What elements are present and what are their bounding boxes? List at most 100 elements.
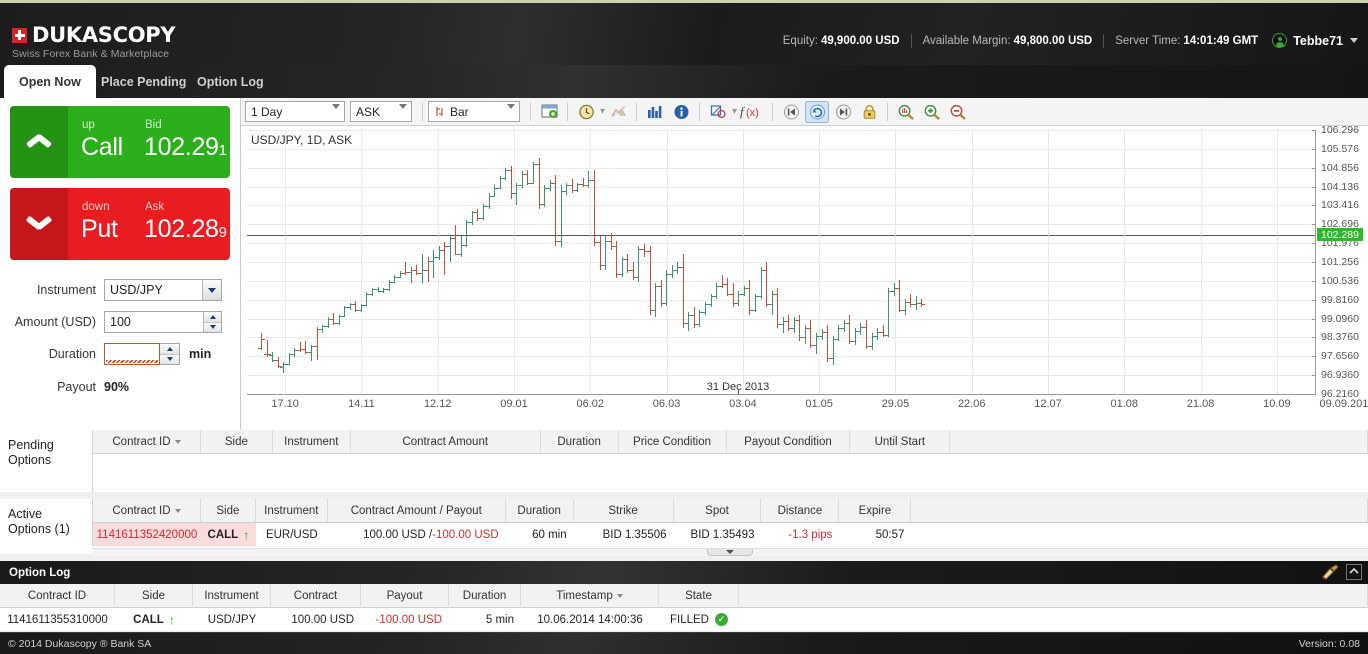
period-select[interactable]: 1 Day xyxy=(245,101,345,123)
stepper-up-icon[interactable] xyxy=(204,312,221,323)
user-menu[interactable]: Tebbe71 xyxy=(1272,33,1358,48)
column-header[interactable]: Instrument xyxy=(273,430,351,454)
column-header[interactable]: Expire xyxy=(839,499,912,523)
column-header[interactable] xyxy=(950,430,1368,454)
column-header[interactable]: Side xyxy=(201,430,273,454)
price-side-select[interactable]: ASK xyxy=(350,101,412,123)
chevron-down-icon[interactable]: ▾ xyxy=(600,106,605,117)
column-header[interactable]: Timestamp xyxy=(521,584,659,608)
column-header[interactable]: Contract ID xyxy=(0,584,115,608)
pending-options-table: Contract ID Side Instrument Contract Amount… xyxy=(92,430,1368,492)
axis-tick xyxy=(1312,280,1316,282)
column-header[interactable]: Payout xyxy=(361,584,449,608)
no-indicator-icon[interactable] xyxy=(606,101,630,123)
chart-type-select[interactable]: Bar xyxy=(428,101,520,123)
table-row[interactable]: 1141611352420000 CALL ↑ EUR/USD 100.00 USD /… xyxy=(93,523,1368,546)
column-header[interactable]: Contract Amount xyxy=(351,430,541,454)
column-header-label: Contract Amount xyxy=(402,436,489,448)
chevron-down-icon[interactable]: ▾ xyxy=(732,106,737,117)
column-header[interactable]: Contract ID xyxy=(93,499,201,523)
panel-splitter[interactable] xyxy=(92,548,1368,556)
column-header[interactable]: Side xyxy=(115,584,193,608)
column-header[interactable]: Contract ID xyxy=(93,430,201,454)
period-value: 1 Day xyxy=(251,104,283,119)
ohlc-bar xyxy=(830,335,837,365)
ohlc-bar xyxy=(524,169,531,186)
new-chart-window-icon[interactable] xyxy=(537,101,561,123)
zoom-out-icon[interactable] xyxy=(946,101,970,123)
y-axis-label: 99.8160 xyxy=(1321,293,1359,306)
instrument-select[interactable]: USD/JPY xyxy=(104,279,222,301)
lock-icon[interactable] xyxy=(857,101,881,123)
column-header[interactable]: Price Condition xyxy=(619,430,727,454)
clear-log-icon[interactable] xyxy=(1320,564,1340,583)
chart-plot-area[interactable]: USD/JPY, 1D, ASK xyxy=(247,130,1315,395)
amount-input[interactable]: 100 xyxy=(104,311,222,333)
table-row[interactable]: 1141611355310000 CALL ↑ USD/JPY 100.00 USD -1… xyxy=(0,608,1368,631)
column-header[interactable]: Payout Condition xyxy=(727,430,851,454)
column-header[interactable] xyxy=(911,499,1368,523)
step-forward-icon[interactable] xyxy=(831,101,855,123)
ohlc-bar xyxy=(297,341,304,352)
refresh-icon[interactable] xyxy=(805,100,830,123)
column-header[interactable]: Spot xyxy=(674,499,762,523)
column-header[interactable] xyxy=(739,584,1368,608)
call-button[interactable]: up Bid Call 102.291 xyxy=(10,106,230,178)
divider xyxy=(422,102,423,121)
ohlc-bar xyxy=(336,314,343,325)
instrument-row: Instrument USD/JPY xyxy=(0,278,240,302)
put-button[interactable]: down Ask Put 102.289 xyxy=(10,188,230,260)
column-header[interactable]: Until Start xyxy=(850,430,951,454)
divider xyxy=(910,33,912,48)
duration-stepper[interactable] xyxy=(160,343,180,365)
ohlc-bar xyxy=(852,328,859,346)
equity-value: 49,900.00 USD xyxy=(820,34,900,47)
divider xyxy=(636,102,638,121)
zoom-in-icon[interactable] xyxy=(920,101,944,123)
step-back-icon[interactable] xyxy=(779,101,803,123)
tab-open-now[interactable]: Open Now xyxy=(4,65,96,98)
column-header[interactable]: Instrument xyxy=(193,584,271,608)
column-header[interactable]: Side xyxy=(201,499,256,523)
clock-icon[interactable] xyxy=(574,101,598,123)
side-label: CALL xyxy=(133,613,164,626)
x-axis-label: 29.05 xyxy=(881,398,910,410)
contract-amount: 100.00 USD / xyxy=(363,528,433,541)
function-icon[interactable]: f (x) xyxy=(738,101,766,123)
chevron-down-icon[interactable] xyxy=(707,549,753,556)
info-icon[interactable] xyxy=(669,101,693,123)
call-side-label: Call xyxy=(81,133,123,161)
bar-indicator-icon[interactable] xyxy=(643,101,667,123)
amount-stepper[interactable] xyxy=(203,312,221,332)
y-axis-label: 106.296 xyxy=(1321,124,1359,136)
margin-label: Available Margin: xyxy=(922,34,1011,47)
stepper-down-icon[interactable] xyxy=(160,354,179,364)
chevron-down-icon[interactable] xyxy=(202,280,221,300)
column-header[interactable]: Duration xyxy=(449,584,521,608)
chart-canvas[interactable]: USD/JPY, 1D, ASK 106.296 105.576 104.856 10… xyxy=(241,124,1368,429)
ohlc-bar xyxy=(530,161,537,185)
put-price-main: 102.28 xyxy=(144,215,219,243)
payout-amount: -100.00 USD xyxy=(432,528,499,541)
drawing-tools-icon[interactable] xyxy=(706,101,730,123)
stepper-down-icon[interactable] xyxy=(204,322,221,332)
option-log-table: Contract ID Side Instrument Contract Payout D… xyxy=(0,584,1368,631)
column-header[interactable]: Distance xyxy=(761,499,840,523)
column-header[interactable]: Contract Amount / Payout xyxy=(328,499,506,523)
x-axis-label: 14.11 xyxy=(348,398,375,410)
duration-input[interactable] xyxy=(104,343,160,365)
amount-label: Amount (USD) xyxy=(14,315,96,329)
tab-option-log[interactable]: Option Log xyxy=(182,65,279,98)
column-header[interactable]: Instrument xyxy=(256,499,328,523)
column-header[interactable]: Strike xyxy=(574,499,674,523)
grid-line xyxy=(247,375,1315,376)
column-header[interactable]: State xyxy=(659,584,739,608)
ohlc-bar xyxy=(741,285,748,297)
column-header[interactable]: Duration xyxy=(506,499,574,523)
stepper-up-icon[interactable] xyxy=(160,344,179,355)
column-header[interactable]: Contract xyxy=(271,584,361,608)
chart-type-value: Bar xyxy=(450,104,469,119)
zoom-fit-icon[interactable] xyxy=(894,101,918,123)
collapse-panel-icon[interactable] xyxy=(1346,564,1362,583)
column-header[interactable]: Duration xyxy=(541,430,619,454)
